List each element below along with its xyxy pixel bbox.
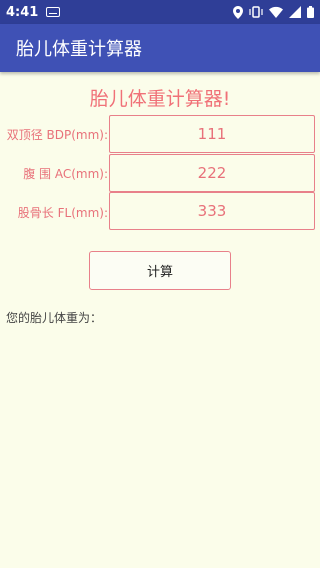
vibrate-icon [249, 6, 263, 18]
bdp-label: 双顶径 BDP(mm): [6, 128, 108, 142]
ac-label: 腹 围 AC(mm): [23, 167, 108, 181]
ac-input[interactable]: 222 [109, 154, 315, 192]
battery-icon [307, 6, 314, 18]
bdp-input[interactable]: 111 [109, 115, 315, 153]
status-icons [233, 5, 314, 19]
page-heading: 胎儿体重计算器! [89, 88, 231, 110]
status-time: 4:41 [6, 4, 39, 20]
status-bar: 4:41 [0, 0, 320, 24]
fl-input[interactable]: 333 [109, 192, 315, 230]
app-bar: 胎儿体重计算器 [0, 24, 320, 72]
calculate-button-label: 计算 [146, 265, 173, 280]
signal-icon [289, 6, 301, 18]
result-label: 您的胎儿体重为： [6, 311, 103, 325]
calculate-button[interactable]: 计算 [89, 251, 231, 290]
wifi-icon [269, 6, 283, 18]
app-bar-title: 胎儿体重计算器 [16, 39, 142, 60]
fl-label: 股骨长 FL(mm): [17, 206, 108, 220]
location-icon [233, 5, 243, 19]
keyboard-icon [46, 7, 61, 17]
